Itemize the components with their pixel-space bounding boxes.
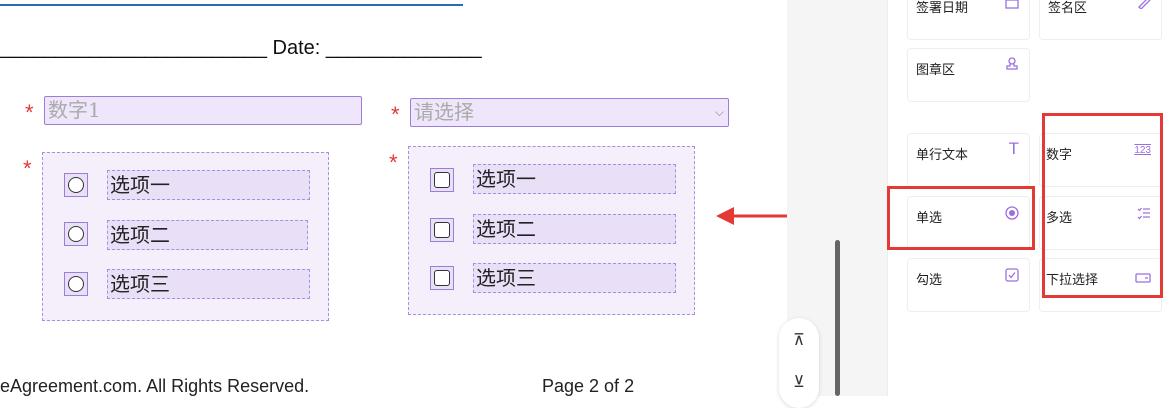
select-field-placeholder: 请选择 xyxy=(414,100,474,124)
checkbox-square-icon xyxy=(434,270,450,286)
number-field[interactable]: 数字1 xyxy=(44,96,362,125)
signature-date-line: ________________________ Date: _________… xyxy=(0,37,482,59)
radio-option-label: 选项一 xyxy=(107,170,310,200)
scroll-to-top-icon[interactable]: ⊼ xyxy=(788,330,810,352)
palette-card-stamp[interactable]: 图章区 xyxy=(907,48,1030,102)
radio-button[interactable] xyxy=(64,272,88,296)
select-field[interactable]: 请选择 ⌵ xyxy=(410,98,729,127)
checkbox[interactable] xyxy=(430,168,454,192)
radio-circle-icon xyxy=(68,226,84,242)
radio-option-label: 选项二 xyxy=(107,220,308,250)
radio-button[interactable] xyxy=(64,222,88,246)
document-canvas: ________________________ Date: _________… xyxy=(0,0,787,396)
checkbox[interactable] xyxy=(430,218,454,242)
text-icon: T xyxy=(1008,139,1019,158)
required-mark: * xyxy=(25,100,34,125)
number-field-placeholder: 数字1 xyxy=(48,98,101,122)
radio-circle-icon xyxy=(68,276,84,292)
card-label: 签名区 xyxy=(1048,0,1088,15)
palette-card-checkbox[interactable]: 勾选 xyxy=(907,258,1030,312)
checkbox-square-icon xyxy=(434,172,450,188)
calendar-icon xyxy=(1005,0,1019,12)
highlight-box-fields xyxy=(1042,113,1163,298)
radio-group[interactable]: 选项一 选项二 选项三 xyxy=(42,152,329,321)
required-mark: * xyxy=(389,150,398,175)
scroll-to-bottom-icon[interactable]: ⊻ xyxy=(788,372,810,394)
radio-button[interactable] xyxy=(64,173,88,197)
palette-card-signature[interactable]: 签名区 xyxy=(1039,0,1162,40)
palette-card-sign-date[interactable]: 签署日期 xyxy=(907,0,1030,40)
footer-copyright: eAgreement.com. All Rights Reserved. xyxy=(0,376,310,396)
checkbox-icon xyxy=(1005,268,1019,285)
card-label: 签署日期 xyxy=(916,0,969,15)
stamp-icon xyxy=(1005,57,1019,74)
vertical-scrollbar[interactable] xyxy=(835,240,840,396)
checkbox[interactable] xyxy=(430,266,454,290)
checkbox-option-label: 选项一 xyxy=(473,164,676,194)
card-label: 图章区 xyxy=(916,62,956,77)
page-navigation: ⊼ ⊻ xyxy=(779,318,819,408)
card-label: 单行文本 xyxy=(916,147,969,162)
radio-option-label: 选项三 xyxy=(107,269,310,299)
checkbox-square-icon xyxy=(434,222,450,238)
chevron-down-icon: ⌵ xyxy=(714,105,724,119)
checkbox-option-label: 选项二 xyxy=(473,214,676,244)
top-divider-line xyxy=(0,4,463,6)
required-mark: * xyxy=(391,102,400,127)
radio-circle-icon xyxy=(68,177,84,193)
highlight-box-radio xyxy=(887,186,1035,250)
required-mark: * xyxy=(23,156,32,181)
footer-page-number: Page 2 of 2 xyxy=(542,376,635,396)
field-palette-panel: 签署日期 签名区 图章区 单行文本 T 数字 123 单选 多选 勾选 下拉选择 xyxy=(887,0,1167,396)
palette-card-single-line-text[interactable]: 单行文本 T xyxy=(907,133,1030,187)
checkbox-group[interactable]: 选项一 选项二 选项三 xyxy=(408,146,695,315)
checkbox-option-label: 选项三 xyxy=(473,263,676,293)
pen-icon xyxy=(1137,0,1151,12)
card-label: 勾选 xyxy=(916,272,943,287)
